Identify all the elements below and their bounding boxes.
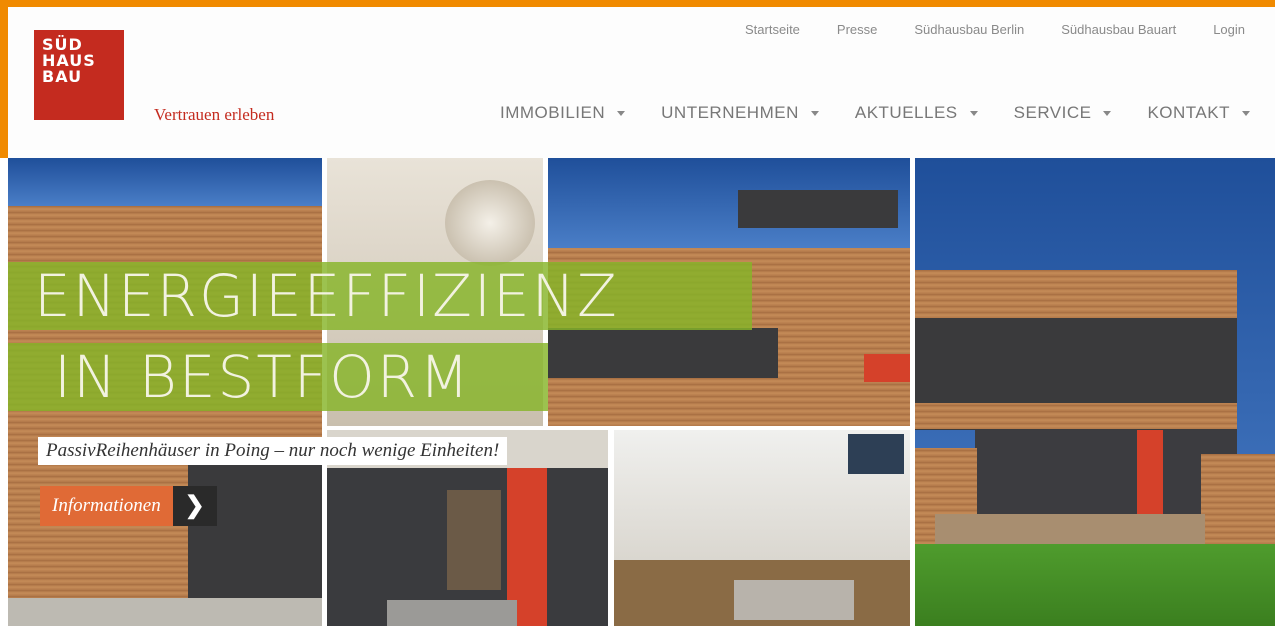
topnav-startseite[interactable]: Startseite: [745, 22, 800, 37]
hero-headline-line-2: IN BESTFORM: [8, 343, 548, 411]
hero-headline-line-1: ENERGIEEFFIZIENZ: [8, 262, 752, 330]
page: SÜD HAUS BAU Vertrauen erleben Startseit…: [0, 0, 1275, 626]
topnav-login[interactable]: Login: [1213, 22, 1245, 37]
hero-subline: PassivReihenhäuser in Poing – nur noch w…: [38, 437, 508, 465]
logo-line-3: BAU: [42, 67, 83, 86]
mainnav-label: AKTUELLES: [854, 103, 958, 122]
mainnav-label: KONTAKT: [1147, 103, 1230, 122]
topnav-suedhausbau-bauart[interactable]: Südhausbau Bauart: [1061, 22, 1176, 37]
hero-banner[interactable]: ENERGIEEFFIZIENZ IN BESTFORM PassivReihe…: [0, 158, 1275, 626]
informationen-button-label: Informationen: [40, 486, 173, 526]
mainnav-kontakt[interactable]: KONTAKT: [1147, 103, 1250, 123]
mainnav-service[interactable]: SERVICE: [1014, 103, 1112, 123]
mainnav-label: UNTERNEHMEN: [661, 103, 799, 122]
mainnav-immobilien[interactable]: IMMOBILIEN: [500, 103, 626, 123]
caret-down-icon: [1103, 110, 1112, 116]
chevron-right-icon[interactable]: ❯: [172, 486, 217, 526]
caret-down-icon: [969, 110, 978, 116]
topnav-suedhausbau-berlin[interactable]: Südhausbau Berlin: [914, 22, 1024, 37]
top-navigation: Startseite Presse Südhausbau Berlin Südh…: [745, 22, 1245, 37]
main-navigation: IMMOBILIEN UNTERNEHMEN AKTUELLES SERVICE…: [500, 103, 1250, 123]
mainnav-aktuelles[interactable]: AKTUELLES: [855, 103, 978, 123]
caret-down-icon: [617, 110, 626, 116]
topnav-presse[interactable]: Presse: [837, 22, 877, 37]
accent-bar-top: [0, 0, 1275, 7]
caret-down-icon: [810, 110, 819, 116]
mainnav-label: IMMOBILIEN: [500, 103, 606, 122]
photo-living-room: [614, 430, 910, 626]
informationen-button[interactable]: Informationen ❯: [40, 486, 217, 526]
site-header: SÜD HAUS BAU Vertrauen erleben Startseit…: [8, 7, 1275, 158]
mainnav-unternehmen[interactable]: UNTERNEHMEN: [661, 103, 819, 123]
suedhausbau-logo[interactable]: SÜD HAUS BAU: [34, 30, 124, 120]
caret-down-icon: [1242, 110, 1250, 116]
mainnav-label: SERVICE: [1013, 103, 1092, 122]
accent-bar-left: [0, 0, 8, 160]
photo-house-garden: [915, 158, 1275, 626]
tagline: Vertrauen erleben: [154, 105, 275, 124]
